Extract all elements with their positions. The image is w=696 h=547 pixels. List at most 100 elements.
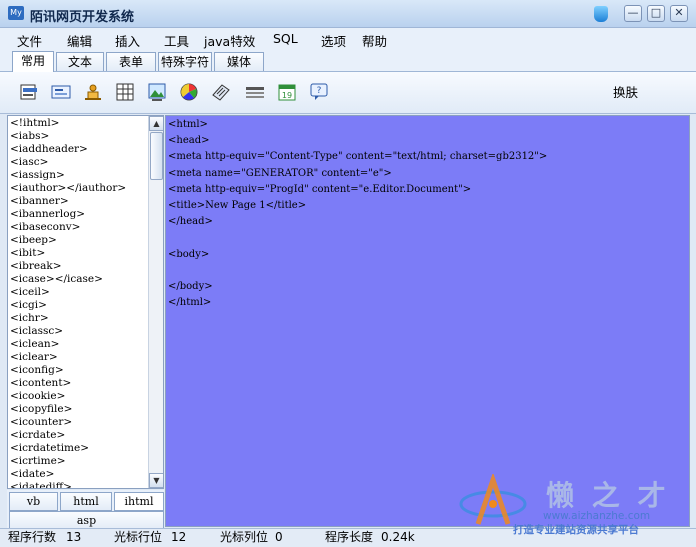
tab-ihtml[interactable]: ihtml [114, 492, 164, 511]
scroll-thumb[interactable] [150, 132, 163, 180]
tag-list-item[interactable]: <icgi> [10, 299, 148, 312]
table-icon[interactable] [114, 81, 136, 103]
code-line[interactable]: <body> [168, 247, 547, 263]
status-cursor-col-value: 0 [275, 530, 283, 544]
tag-list-item[interactable]: <iaddheader> [10, 143, 148, 156]
color-wheel-icon[interactable] [178, 81, 200, 103]
code-editor[interactable]: <html> <head> <meta http-equiv="Content-Ty… [165, 115, 690, 527]
tag-list-item[interactable]: <icontent> [10, 377, 148, 390]
tag-list-pane[interactable]: <!ihtml> <iabs> <iaddheader> <iasc> <iassign… [7, 115, 164, 489]
html-page-icon[interactable] [18, 81, 40, 103]
watermark-brand: 懒 之 才 [546, 479, 670, 512]
tag-list-item[interactable]: <icookie> [10, 390, 148, 403]
tag-list-item[interactable]: <iclean> [10, 338, 148, 351]
anchor-icon[interactable] [82, 81, 104, 103]
tag-list-item[interactable]: <iclassc> [10, 325, 148, 338]
calendar-icon[interactable]: 19 [276, 81, 298, 103]
menu-bar: 文件 编辑 插入 工具 java特效 SQL 选项 帮助 [0, 28, 696, 50]
maximize-button[interactable]: □ [647, 5, 665, 22]
tag-list-item[interactable]: <icrdatetime> [10, 442, 148, 455]
menu-edit[interactable]: 编辑 [67, 31, 92, 50]
tab-media[interactable]: 媒体 [214, 52, 264, 71]
tab-common[interactable]: 常用 [12, 51, 54, 72]
scroll-text-icon[interactable] [210, 81, 232, 103]
watermark-url: www.aizhanzhe.com [543, 510, 651, 522]
tag-list-item[interactable]: <iassign> [10, 169, 148, 182]
menu-insert[interactable]: 插入 [115, 31, 140, 50]
tab-special-chars[interactable]: 特殊字符 [158, 52, 212, 71]
code-line[interactable]: </head> [168, 214, 547, 230]
tag-list-item[interactable]: <icase></icase> [10, 273, 148, 286]
menu-help[interactable]: 帮助 [362, 31, 387, 50]
skin-button[interactable]: 换肤 [613, 82, 638, 101]
tag-list-item[interactable]: <iclear> [10, 351, 148, 364]
tag-list-scrollbar[interactable]: ▲ ▼ [148, 116, 163, 488]
menu-sql[interactable]: SQL [273, 31, 298, 46]
code-line[interactable]: <head> [168, 133, 547, 149]
code-line[interactable]: </html> [168, 295, 547, 311]
tab-html[interactable]: html [60, 492, 112, 511]
tag-list-item[interactable]: <iabs> [10, 130, 148, 143]
tag-list-item[interactable]: <ibeep> [10, 234, 148, 247]
tab-vb[interactable]: vb [9, 492, 58, 511]
status-lines-value: 13 [66, 530, 82, 544]
close-button[interactable]: ✕ [670, 5, 688, 22]
tag-list-item[interactable]: <ibanner> [10, 195, 148, 208]
tag-list-item[interactable]: <ibannerlog> [10, 208, 148, 221]
tag-list-item[interactable]: <icrdate> [10, 429, 148, 442]
scroll-down-button[interactable]: ▼ [149, 473, 163, 488]
code-line[interactable]: <meta http-equiv="Content-Type" content=… [168, 149, 547, 165]
svg-text:?: ? [317, 86, 322, 96]
code-line[interactable]: <meta name="GENERATOR" content="e"> [168, 166, 547, 182]
frame-icon[interactable] [50, 81, 72, 103]
tag-list-item[interactable]: <ichr> [10, 312, 148, 325]
tag-list-item[interactable]: <ibreak> [10, 260, 148, 273]
status-cursor-row-value: 12 [171, 530, 187, 544]
tag-list-item[interactable]: <ibaseconv> [10, 221, 148, 234]
tab-text[interactable]: 文本 [56, 52, 104, 71]
tag-list-item[interactable]: <icrtime> [10, 455, 148, 468]
app-icon: My [8, 6, 24, 20]
code-line[interactable]: <title>New Page 1</title> [168, 198, 547, 214]
menu-file[interactable]: 文件 [17, 31, 42, 50]
tag-list[interactable]: <!ihtml> <iabs> <iaddheader> <iasc> <iassign… [10, 117, 148, 488]
watermark-slogan: 打造专业建站资源共享平台 [513, 524, 639, 536]
menu-tools[interactable]: 工具 [164, 31, 189, 50]
tag-list-item[interactable]: <ibit> [10, 247, 148, 260]
code-line[interactable] [168, 263, 547, 279]
tag-list-item[interactable]: <iconfig> [10, 364, 148, 377]
tag-list-item[interactable]: <idatediff> [10, 481, 148, 488]
status-length-value: 0.24k [381, 530, 415, 544]
tag-list-item[interactable]: <iceil> [10, 286, 148, 299]
code-line[interactable]: <meta http-equiv="ProgId" content="e.Edi… [168, 182, 547, 198]
svg-text:19: 19 [282, 91, 292, 100]
status-cursor-row-label: 光标行位 [114, 530, 163, 544]
code-line[interactable]: </body> [168, 279, 547, 295]
menu-java-effects[interactable]: java特效 [204, 31, 255, 50]
tag-list-item[interactable]: <iauthor></iauthor> [10, 182, 148, 195]
tab-form[interactable]: 表单 [106, 52, 156, 71]
status-lines-label: 程序行数 [8, 530, 57, 544]
skin-icon[interactable] [594, 6, 608, 22]
status-length-label: 程序长度 [325, 530, 374, 544]
tag-list-item[interactable]: <idate> [10, 468, 148, 481]
code-type-tabs: vb html ihtml asp [7, 490, 164, 530]
menu-options[interactable]: 选项 [321, 31, 346, 50]
code-line[interactable] [168, 230, 547, 246]
tag-list-item[interactable]: <icopyfile> [10, 403, 148, 416]
toolbar: 19 ? 换肤 [0, 72, 696, 114]
watermark: 懒 之 才 www.aizhanzhe.com 打造专业建站资源共享平台 [458, 474, 690, 536]
code-content[interactable]: <html> <head> <meta http-equiv="Content-Ty… [168, 117, 547, 311]
tag-list-item[interactable]: <icounter> [10, 416, 148, 429]
tag-list-item[interactable]: <iasc> [10, 156, 148, 169]
tag-list-item[interactable]: <!ihtml> [10, 117, 148, 130]
title-bar: My 陌讯网页开发系统 — □ ✕ [0, 0, 696, 28]
comment-icon[interactable]: ? [308, 81, 330, 103]
status-cursor-col-label: 光标列位 [220, 530, 269, 544]
minimize-button[interactable]: — [624, 5, 642, 22]
scroll-up-button[interactable]: ▲ [149, 116, 163, 131]
code-line[interactable]: <html> [168, 117, 547, 133]
horizontal-rule-icon[interactable] [244, 81, 266, 103]
image-icon[interactable] [146, 81, 168, 103]
category-tabs: 常用 文本 表单 特殊字符 媒体 [0, 50, 696, 72]
